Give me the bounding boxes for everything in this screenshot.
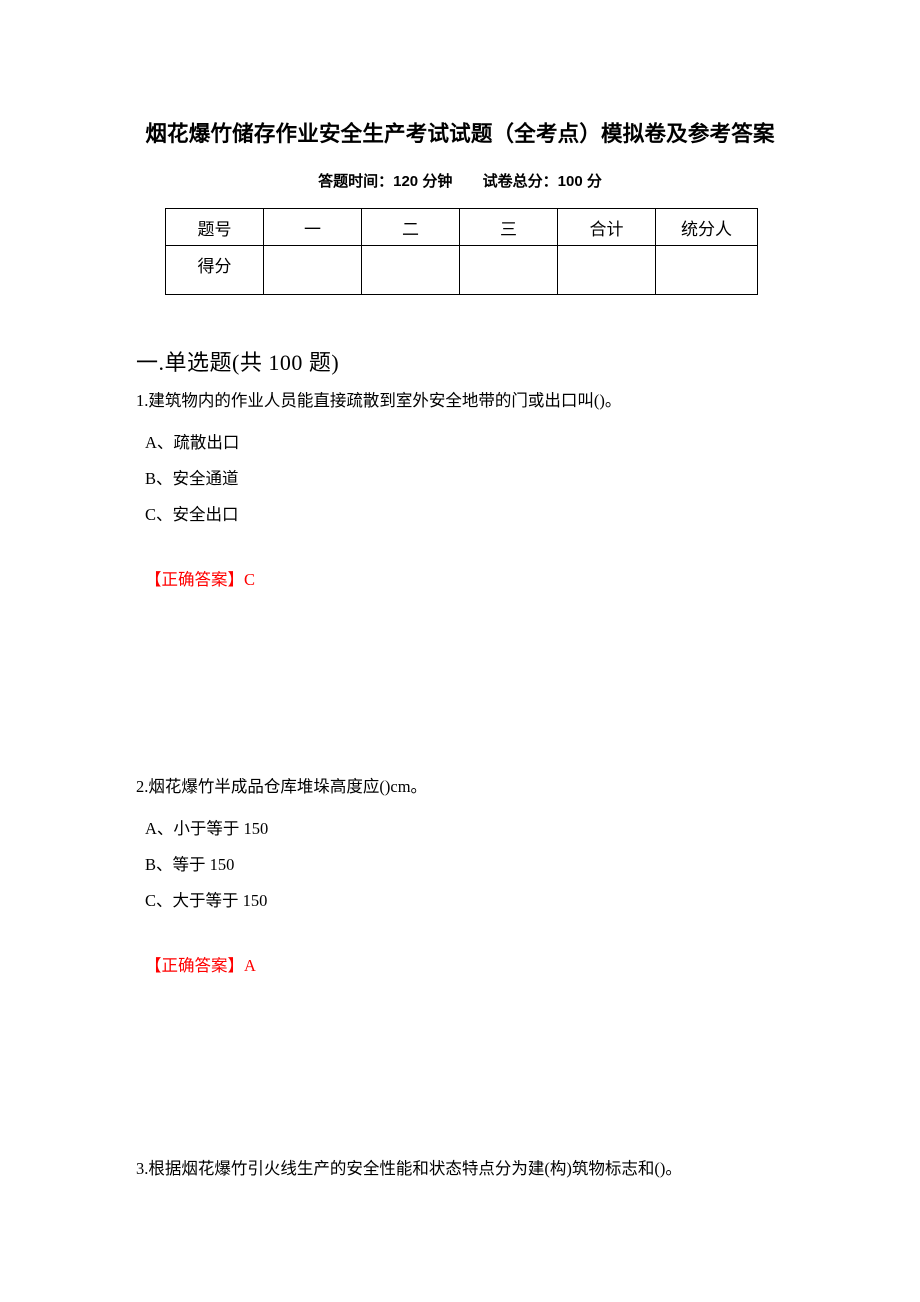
score-table-col-4: 统分人 bbox=[655, 208, 758, 246]
question-stem: 1.建筑物内的作业人员能直接疏散到室外安全地带的门或出口叫()。 bbox=[136, 391, 622, 410]
correct-answer-value: C bbox=[244, 569, 256, 589]
score-table-col-0: 一 bbox=[263, 208, 362, 246]
option-b[interactable]: B、等于 150 bbox=[136, 847, 836, 883]
exam-total-score: 试卷总分：100 分 bbox=[482, 173, 602, 190]
question-stem: 2.烟花爆竹半成品仓库堆垛高度应()cm。 bbox=[136, 777, 428, 796]
exam-paper-page: 烟花爆竹储存作业安全生产考试试题（全考点）模拟卷及参考答案 答题时间：120 分… bbox=[0, 0, 920, 1302]
correct-answer-label: 【正确答案】 bbox=[145, 955, 244, 975]
exam-duration: 答题时间：120 分钟 bbox=[318, 173, 453, 190]
exam-meta-line: 答题时间：120 分钟 试卷总分：100 分 bbox=[0, 170, 920, 191]
score-table-col-1: 二 bbox=[361, 208, 460, 246]
section-heading: 一.单选题(共 100 题) bbox=[136, 350, 340, 375]
score-table-col-2: 三 bbox=[459, 208, 558, 246]
question-block: 3.根据烟花爆竹引火线生产的安全性能和状态特点分为建(构)筑物标志和()。 bbox=[136, 1157, 836, 1181]
score-cell-2[interactable] bbox=[459, 245, 558, 295]
score-cell-4[interactable] bbox=[655, 245, 758, 295]
score-table-row-label-0: 题号 bbox=[165, 208, 264, 246]
page-title: 烟花爆竹储存作业安全生产考试试题（全考点）模拟卷及参考答案 bbox=[145, 122, 775, 146]
correct-answer-label: 【正确答案】 bbox=[145, 569, 244, 589]
question-block: 2.烟花爆竹半成品仓库堆垛高度应()cm。 A、小于等于 150 B、等于 15… bbox=[136, 775, 836, 976]
table-row: 得分 bbox=[165, 245, 758, 295]
score-cell-3[interactable] bbox=[557, 245, 656, 295]
question-options: A、小于等于 150 B、等于 150 C、大于等于 150 bbox=[136, 811, 836, 919]
correct-answer-value: A bbox=[244, 955, 256, 975]
question-stem: 3.根据烟花爆竹引火线生产的安全性能和状态特点分为建(构)筑物标志和()。 bbox=[136, 1159, 682, 1178]
option-b[interactable]: B、安全通道 bbox=[136, 461, 836, 497]
option-a[interactable]: A、小于等于 150 bbox=[136, 811, 836, 847]
score-table-row-label-1: 得分 bbox=[165, 245, 264, 295]
score-table-container: 题号 一 二 三 合计 统分人 得分 bbox=[165, 208, 758, 295]
score-table: 题号 一 二 三 合计 统分人 得分 bbox=[165, 208, 758, 295]
option-a[interactable]: A、疏散出口 bbox=[136, 425, 836, 461]
score-cell-1[interactable] bbox=[361, 245, 460, 295]
table-row: 题号 一 二 三 合计 统分人 bbox=[165, 208, 758, 246]
question-options: A、疏散出口 B、安全通道 C、安全出口 bbox=[136, 425, 836, 533]
correct-answer: 【正确答案】C bbox=[136, 566, 836, 590]
score-table-col-3: 合计 bbox=[557, 208, 656, 246]
question-block: 1.建筑物内的作业人员能直接疏散到室外安全地带的门或出口叫()。 A、疏散出口 … bbox=[136, 389, 836, 590]
option-c[interactable]: C、大于等于 150 bbox=[136, 883, 836, 919]
correct-answer: 【正确答案】A bbox=[136, 952, 836, 976]
score-cell-0[interactable] bbox=[263, 245, 362, 295]
option-c[interactable]: C、安全出口 bbox=[136, 497, 836, 533]
